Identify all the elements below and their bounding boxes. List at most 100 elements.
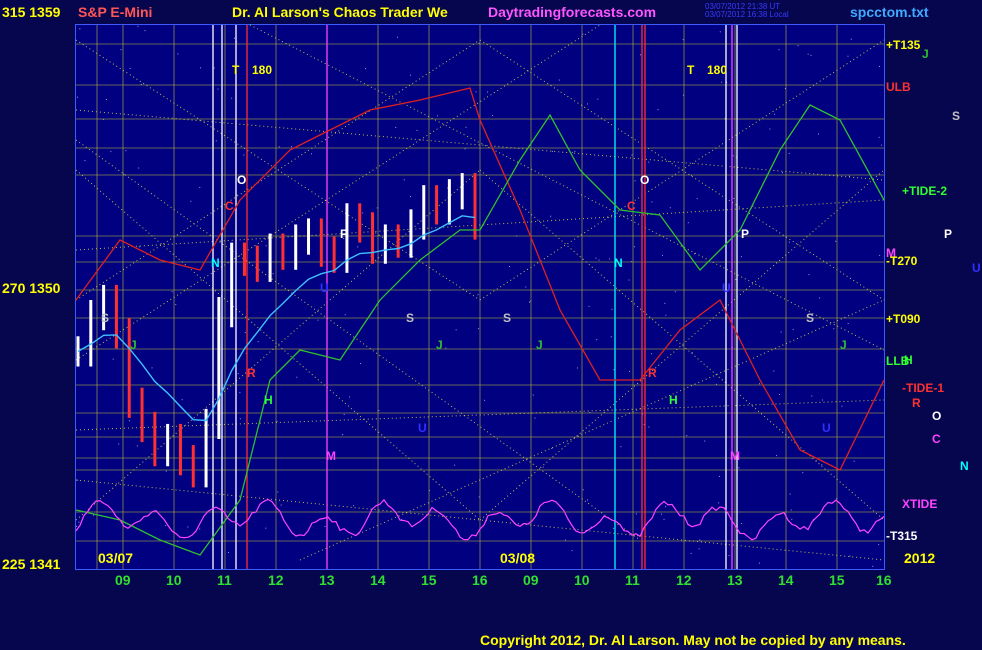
star-dot — [588, 305, 590, 307]
star-dot — [171, 291, 173, 293]
star-dot — [551, 150, 553, 152]
star-dot — [237, 373, 239, 375]
star-dot — [808, 274, 810, 276]
star-dot — [199, 186, 201, 188]
star-dot — [464, 148, 466, 150]
star-dot — [233, 37, 235, 39]
star-dot — [265, 245, 267, 247]
star-dot — [105, 98, 107, 100]
star-dot — [528, 301, 530, 303]
star-dot — [454, 464, 456, 466]
star-dot — [228, 551, 230, 553]
star-dot — [129, 68, 131, 70]
star-dot — [317, 319, 319, 321]
star-dot — [608, 258, 610, 260]
star-dot — [733, 197, 735, 199]
star-dot — [661, 513, 663, 515]
chart-marker-label: U — [822, 421, 831, 435]
star-dot — [665, 314, 667, 316]
star-dot — [773, 370, 775, 372]
star-dot — [239, 418, 241, 420]
star-dot — [691, 351, 693, 353]
star-dot — [704, 440, 706, 442]
star-dot — [571, 550, 573, 552]
right-legend-label: -TIDE-1 — [902, 381, 944, 395]
star-dot — [802, 472, 804, 474]
star-dot — [872, 565, 874, 567]
star-dot — [151, 367, 153, 369]
chart-marker-label: R — [648, 366, 657, 380]
right-legend-label: S — [952, 109, 961, 123]
star-dot — [698, 548, 700, 550]
chart-marker-label: M — [730, 449, 740, 463]
star-dot — [790, 509, 792, 511]
star-dot — [611, 308, 613, 310]
y-label-top: 315 1359 — [2, 4, 61, 20]
star-dot — [349, 396, 351, 398]
star-dot — [792, 328, 794, 330]
star-dot — [257, 341, 259, 343]
star-dot — [648, 161, 650, 163]
star-dot — [359, 363, 361, 365]
star-dot — [696, 198, 698, 200]
star-dot — [128, 420, 130, 422]
star-dot — [586, 499, 588, 501]
right-legend-label: -T315 — [886, 529, 918, 543]
star-dot — [612, 527, 614, 529]
star-dot — [631, 154, 633, 156]
star-dot — [76, 525, 78, 527]
star-dot — [686, 320, 688, 322]
star-dot — [144, 30, 146, 32]
star-dot — [239, 392, 241, 394]
right-legend-label: +TIDE-2 — [902, 184, 948, 198]
star-dot — [77, 96, 79, 98]
star-dot — [610, 336, 612, 338]
site-link[interactable]: Daytradingforecasts.com — [488, 4, 656, 20]
x-tick-label: 09 — [523, 572, 539, 588]
star-dot — [477, 294, 479, 296]
x-tick-label: 11 — [625, 572, 640, 588]
star-dot — [648, 426, 650, 428]
star-dot — [634, 246, 636, 248]
star-dot — [243, 154, 245, 156]
star-dot — [84, 160, 86, 162]
star-dot — [455, 329, 457, 331]
x-tick-label: 09 — [115, 572, 131, 588]
star-dot — [344, 314, 346, 316]
star-dot — [492, 115, 494, 117]
star-dot — [797, 45, 799, 47]
date-label-2: 03/08 — [500, 550, 536, 566]
star-dot — [728, 555, 730, 557]
star-dot — [781, 172, 783, 174]
star-dot — [663, 518, 665, 520]
star-dot — [410, 196, 412, 198]
x-tick-label: 13 — [319, 572, 335, 588]
star-dot — [664, 302, 666, 304]
star-dot — [120, 49, 122, 51]
star-dot — [758, 562, 760, 564]
right-legend-label: +T090 — [886, 312, 921, 326]
star-dot — [718, 502, 720, 504]
planetary-line — [75, 24, 601, 361]
chart-marker-label: U — [722, 281, 731, 295]
star-dot — [551, 447, 553, 449]
star-dot — [278, 146, 280, 148]
star-dot — [410, 74, 412, 76]
star-dot — [833, 328, 835, 330]
star-dot — [112, 358, 114, 360]
chaos-trader-chart — [75, 24, 885, 569]
star-dot — [213, 67, 215, 69]
star-dot — [788, 152, 790, 154]
right-legend-label: H — [904, 353, 913, 367]
star-dot — [841, 405, 843, 407]
star-dot — [740, 256, 742, 258]
star-dot — [558, 79, 560, 81]
star-dot — [324, 525, 326, 527]
x-tick-label: 10 — [166, 572, 182, 588]
star-dot — [740, 523, 742, 525]
star-dot — [199, 528, 201, 530]
timestamp-local: 03/07/2012 16:38 Local — [705, 10, 789, 19]
star-dot — [847, 323, 849, 325]
star-dot — [187, 526, 189, 528]
x-tick-label: 16 — [472, 572, 488, 588]
